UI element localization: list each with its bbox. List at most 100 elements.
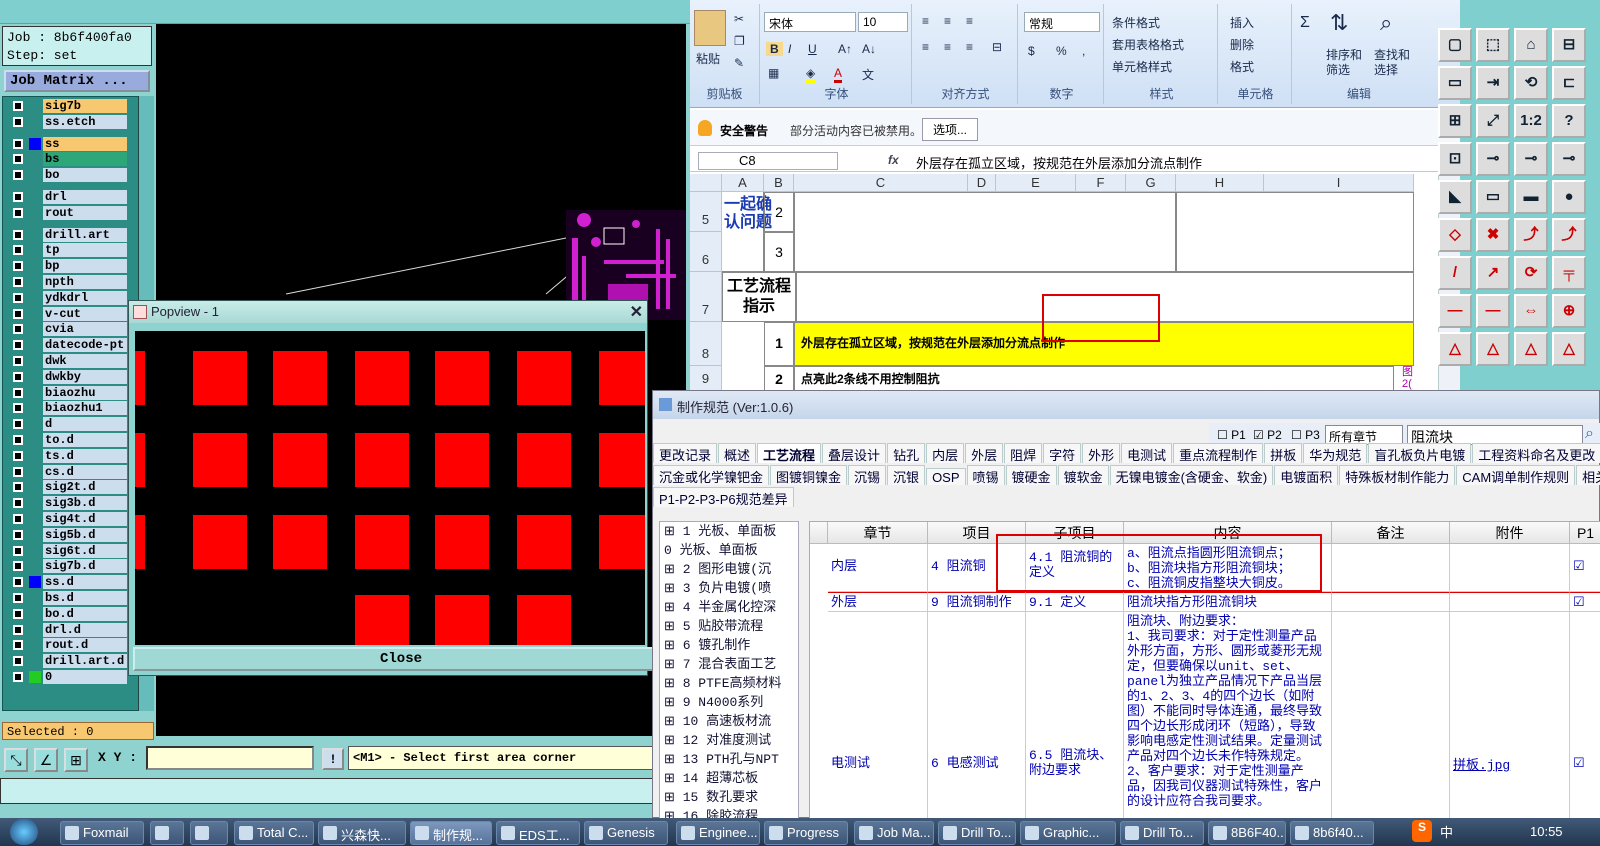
layers-icon[interactable]: ⊟ — [1552, 28, 1586, 62]
layer-row[interactable]: sig6t.d — [9, 543, 127, 558]
probe-icon[interactable]: ⊸ — [1476, 142, 1510, 176]
draw-line-icon[interactable]: / — [1438, 256, 1472, 290]
currency-icon[interactable]: $ — [1028, 44, 1035, 58]
ruler-icon[interactable]: ▭ — [1476, 180, 1510, 214]
tab-item[interactable]: 喷锡 — [966, 465, 1005, 485]
column-header[interactable]: B — [764, 174, 794, 192]
align-right-icon[interactable]: ≡ — [966, 40, 973, 54]
attachment-link[interactable]: 拼板.jpg — [1450, 612, 1570, 818]
tab-item[interactable]: OSP — [926, 468, 966, 485]
tree-node[interactable]: ⊞ 2 图形电镀(沉 — [660, 560, 798, 579]
layer-checkbox[interactable] — [13, 450, 23, 461]
arc-icon[interactable]: △ — [1552, 332, 1586, 366]
layer-checkbox[interactable] — [13, 207, 23, 218]
tab-item[interactable]: 工程资料命名及更改 — [1472, 443, 1600, 463]
tab-item[interactable]: CAM调单制作规则 — [1456, 465, 1576, 485]
layer-checkbox[interactable] — [13, 577, 23, 588]
fx-icon[interactable]: fx — [888, 153, 899, 167]
layer-checkbox[interactable] — [13, 561, 23, 572]
align-left-icon[interactable]: ≡ — [922, 40, 929, 54]
layer-row[interactable]: bp — [9, 259, 127, 274]
tab-item[interactable]: 电测试 — [1121, 443, 1173, 463]
layer-checkbox[interactable] — [13, 371, 23, 382]
layer-row[interactable]: ss.etch — [9, 114, 127, 129]
tab-item[interactable]: 外形 — [1082, 443, 1121, 463]
layer-checkbox[interactable] — [13, 340, 23, 351]
shrink-font-icon[interactable]: A↓ — [862, 42, 876, 56]
taskbar-button[interactable] — [150, 821, 184, 845]
tree-node[interactable]: ⊞ 1 光板、单面板 — [660, 522, 798, 541]
layer-row[interactable]: dwk — [9, 354, 127, 368]
insert-button[interactable]: 插入 — [1230, 14, 1254, 31]
merge-icon[interactable]: ⊟ — [992, 40, 1002, 54]
command-line[interactable] — [0, 778, 660, 804]
p2-checkbox[interactable]: ☑ P2 — [1253, 428, 1282, 442]
cell-b6[interactable]: 3 — [764, 232, 794, 272]
tab-item[interactable]: 无镍电镀金(含硬金、软金) — [1109, 465, 1274, 485]
layer-row[interactable]: drl — [9, 190, 127, 204]
tree-node[interactable]: ⊞ 5 贴胶带流程 — [660, 617, 798, 636]
arc-icon[interactable]: △ — [1476, 332, 1510, 366]
taskbar-button[interactable]: Foxmail — [60, 821, 144, 845]
taskbar-button[interactable]: Graphic... — [1020, 821, 1116, 845]
layer-checkbox[interactable] — [13, 261, 23, 272]
xy-input[interactable] — [146, 746, 314, 770]
font-size-select[interactable]: 10 — [858, 12, 908, 32]
zoom-icon[interactable]: ⤢ — [1476, 104, 1510, 138]
tree-node[interactable]: ⊞ 3 负片电镀(喷 — [660, 579, 798, 598]
tab-item[interactable]: 叠层设计 — [822, 443, 887, 463]
cross-icon[interactable]: ✖ — [1476, 218, 1510, 252]
layer-row[interactable]: drill.art — [9, 227, 127, 242]
cell-b9[interactable]: 2 — [764, 366, 794, 392]
rect-icon[interactable]: ▭ — [1438, 66, 1472, 100]
layer-checkbox[interactable] — [13, 435, 23, 445]
tree-node[interactable]: ⊞ 12 对准度测试 — [660, 731, 798, 750]
layer-row[interactable]: v-cut — [9, 306, 127, 321]
comma-icon[interactable]: , — [1082, 44, 1085, 58]
help-icon[interactable]: ? — [1552, 104, 1586, 138]
cell-c5[interactable] — [794, 192, 1176, 272]
row-header[interactable]: 5 — [690, 192, 722, 232]
column-header[interactable]: F — [1076, 174, 1126, 192]
p1-checkbox[interactable]: ☑ — [1570, 544, 1600, 592]
number-format-select[interactable]: 常规 — [1024, 12, 1100, 32]
cell-a7[interactable]: 工艺流程 指示 — [722, 272, 796, 322]
arc-icon[interactable]: △ — [1438, 332, 1472, 366]
grow-font-icon[interactable]: A↑ — [838, 42, 852, 56]
layer-row[interactable]: ts.d — [9, 448, 127, 463]
taskbar-button[interactable]: 8B6F40... — [1208, 821, 1286, 845]
taskbar-button[interactable]: Progress — [764, 821, 848, 845]
triangle-icon[interactable]: ◣ — [1438, 180, 1472, 214]
taskbar-button[interactable]: Genesis — [584, 821, 668, 845]
tab-active[interactable]: 工艺流程 — [757, 443, 822, 463]
delete-button[interactable]: 删除 — [1230, 36, 1254, 53]
layer-row[interactable]: cs.d — [9, 464, 127, 479]
column-header[interactable]: D — [968, 174, 996, 192]
cell-i9[interactable]: 图 2( — [1402, 366, 1414, 392]
layer-checkbox[interactable] — [13, 419, 23, 430]
font-name-select[interactable]: 宋体 — [764, 12, 856, 32]
arrow-icon[interactable]: ↗ — [1476, 256, 1510, 290]
column-header[interactable]: P1 — [1570, 522, 1600, 544]
layer-checkbox[interactable] — [13, 672, 23, 682]
row-header[interactable]: 6 — [690, 232, 722, 272]
search-input[interactable]: 阻流块 — [1407, 425, 1583, 445]
diamond-icon[interactable]: ◇ — [1438, 218, 1472, 252]
fork-icon[interactable]: ╤ — [1552, 256, 1586, 290]
spec-table[interactable]: 章节 项目 子项目 内容 备注 附件 P1 内层 4 阻流铜 4.1 阻流铜的定… — [809, 521, 1600, 819]
tree-node[interactable]: 0 光板、单面板 — [660, 541, 798, 560]
start-button[interactable] — [10, 819, 38, 845]
layer-checkbox[interactable] — [13, 387, 23, 398]
tab-item[interactable]: 电镀面积 — [1274, 465, 1339, 485]
taskbar-button[interactable]: 兴森快... — [318, 821, 406, 845]
layer-row[interactable]: sig4t.d — [9, 512, 127, 526]
import-icon[interactable]: ⇥ — [1476, 66, 1510, 100]
layer-row[interactable]: d — [9, 417, 127, 432]
copy-icon[interactable]: ❐ — [734, 34, 745, 48]
layer-checkbox[interactable] — [13, 292, 23, 303]
layout-icon[interactable]: ⊏ — [1552, 66, 1586, 100]
p1-checkbox[interactable]: ☐ P1 — [1217, 428, 1246, 442]
layer-checkbox[interactable] — [13, 138, 23, 149]
bold-icon[interactable]: B — [766, 42, 783, 56]
tab-item[interactable]: 特殊板材制作能力 — [1339, 465, 1456, 485]
